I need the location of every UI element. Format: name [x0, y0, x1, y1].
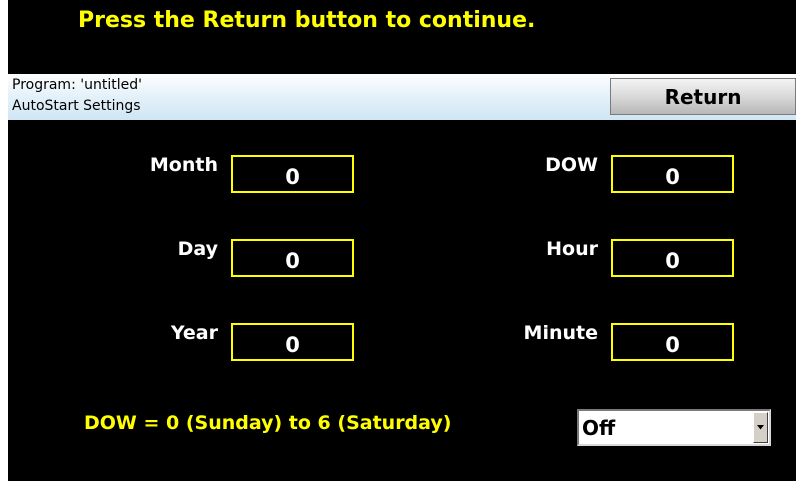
screen: Press the Return button to continue. Pro…: [8, 0, 796, 481]
hour-value: 0: [665, 249, 680, 273]
chevron-down-icon[interactable]: [753, 412, 768, 443]
autostart-select[interactable]: Off: [577, 409, 771, 446]
minute-field[interactable]: 0: [611, 323, 734, 361]
prompt-text: Press the Return button to continue.: [78, 8, 536, 33]
day-value: 0: [285, 249, 300, 273]
return-button[interactable]: Return: [610, 78, 796, 115]
hour-label: Hour: [546, 238, 598, 260]
page-subtitle: AutoStart Settings: [12, 98, 141, 114]
dow-range-note: DOW = 0 (Sunday) to 6 (Saturday): [84, 412, 452, 434]
day-field[interactable]: 0: [231, 239, 354, 277]
dow-field[interactable]: 0: [611, 155, 734, 193]
dow-value: 0: [665, 165, 680, 189]
hour-field[interactable]: 0: [611, 239, 734, 277]
minute-value: 0: [665, 333, 680, 357]
year-field[interactable]: 0: [231, 323, 354, 361]
month-label: Month: [149, 154, 218, 176]
return-button-label: Return: [664, 84, 742, 109]
year-value: 0: [285, 333, 300, 357]
program-name: Program: 'untitled': [12, 77, 142, 93]
autostart-select-value: Off: [582, 416, 616, 440]
month-value: 0: [285, 165, 300, 189]
minute-label: Minute: [523, 322, 598, 344]
dow-label: DOW: [545, 154, 598, 176]
day-label: Day: [177, 238, 218, 260]
month-field[interactable]: 0: [231, 155, 354, 193]
year-label: Year: [170, 322, 218, 344]
